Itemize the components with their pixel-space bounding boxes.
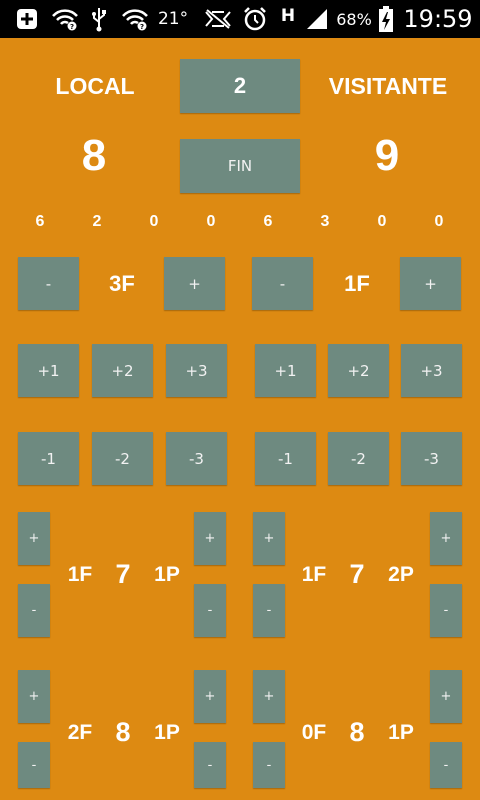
away-player1-points: 2P <box>388 563 414 586</box>
home-player2-foul-plus-button[interactable]: + <box>18 670 50 723</box>
h-signal-icon: H <box>278 0 298 38</box>
away-stat: 6 <box>263 213 273 230</box>
away-sub-1-button[interactable]: -1 <box>255 432 316 485</box>
away-player1-points-minus-button[interactable]: - <box>430 584 462 637</box>
clock: 19:59 <box>403 5 473 33</box>
away-player2-foul-plus-button[interactable]: + <box>253 670 285 723</box>
home-player1-points-minus-button[interactable]: - <box>194 584 226 637</box>
home-sub-2-button[interactable]: -2 <box>92 432 153 485</box>
battery-charging-icon <box>376 0 396 38</box>
home-add-2-button[interactable]: +2 <box>92 344 153 397</box>
home-player2-number: 8 <box>115 716 131 747</box>
away-player2-points-minus-button[interactable]: - <box>430 742 462 788</box>
temperature-text: 21° <box>157 9 189 29</box>
away-player1-foul-plus-button[interactable]: + <box>253 512 285 565</box>
home-team-foul-plus-button[interactable]: + <box>164 257 225 310</box>
svg-text:?: ? <box>70 23 74 31</box>
home-sub-3-button[interactable]: -3 <box>166 432 227 485</box>
mute-icon <box>202 0 234 38</box>
away-team-fouls: 1F <box>344 271 370 296</box>
home-player1-foul-plus-button[interactable]: + <box>18 512 50 565</box>
away-player1-fouls: 1F <box>301 563 327 586</box>
away-stat: 3 <box>320 213 330 230</box>
away-player2-foul-minus-button[interactable]: - <box>253 742 285 788</box>
add-box-icon <box>14 0 40 38</box>
away-sub-2-button[interactable]: -2 <box>328 432 389 485</box>
away-sub-3-button[interactable]: -3 <box>401 432 462 485</box>
network-type: H <box>280 6 296 26</box>
svg-text:?: ? <box>140 23 144 31</box>
home-add-3-button[interactable]: +3 <box>166 344 227 397</box>
away-stat: 0 <box>434 213 444 230</box>
alarm-icon <box>241 0 269 38</box>
home-sub-1-button[interactable]: -1 <box>18 432 79 485</box>
away-player1-points-plus-button[interactable]: + <box>430 512 462 565</box>
home-team-fouls: 3F <box>109 271 135 296</box>
away-score: 9 <box>374 131 400 180</box>
home-team-foul-minus-button[interactable]: - <box>18 257 79 310</box>
home-player1-number: 7 <box>115 558 131 589</box>
home-stat: 0 <box>149 213 159 230</box>
away-team-foul-plus-button[interactable]: + <box>400 257 461 310</box>
away-add-1-button[interactable]: +1 <box>255 344 316 397</box>
home-add-1-button[interactable]: +1 <box>18 344 79 397</box>
battery-percent: 68% <box>336 9 372 29</box>
wifi-question-icon: ? <box>50 0 80 38</box>
away-player1-foul-minus-button[interactable]: - <box>253 584 285 637</box>
cell-signal-icon <box>302 0 330 38</box>
home-player2-points: 1P <box>154 721 180 744</box>
away-team-label: VISITANTE <box>328 72 448 99</box>
home-player2-foul-minus-button[interactable]: - <box>18 742 50 788</box>
away-add-2-button[interactable]: +2 <box>328 344 389 397</box>
status-bar: ? ? 21° H 68% 19:59 <box>0 0 480 38</box>
home-player1-foul-minus-button[interactable]: - <box>18 584 50 637</box>
home-stat: 6 <box>35 213 45 230</box>
away-player2-number: 8 <box>349 716 365 747</box>
away-add-3-button[interactable]: +3 <box>401 344 462 397</box>
home-stat: 2 <box>92 213 102 230</box>
away-player2-fouls: 0F <box>301 721 327 744</box>
away-team-foul-minus-button[interactable]: - <box>252 257 313 310</box>
end-button[interactable]: FIN <box>180 139 300 193</box>
away-player2-points-plus-button[interactable]: + <box>430 670 462 723</box>
home-player2-fouls: 2F <box>67 721 93 744</box>
period-display[interactable]: 2 <box>180 59 300 113</box>
away-player2-points: 1P <box>388 721 414 744</box>
away-player1-number: 7 <box>349 558 365 589</box>
home-player1-fouls: 1F <box>67 563 93 586</box>
home-stat: 0 <box>206 213 216 230</box>
home-player1-points-plus-button[interactable]: + <box>194 512 226 565</box>
usb-icon <box>88 0 110 38</box>
home-player1-points: 1P <box>154 563 180 586</box>
home-player2-points-plus-button[interactable]: + <box>194 670 226 723</box>
home-player2-points-minus-button[interactable]: - <box>194 742 226 788</box>
away-stat: 0 <box>377 213 387 230</box>
home-score: 8 <box>81 131 107 180</box>
home-team-label: LOCAL <box>55 72 135 99</box>
wifi-question-icon: ? <box>120 0 150 38</box>
